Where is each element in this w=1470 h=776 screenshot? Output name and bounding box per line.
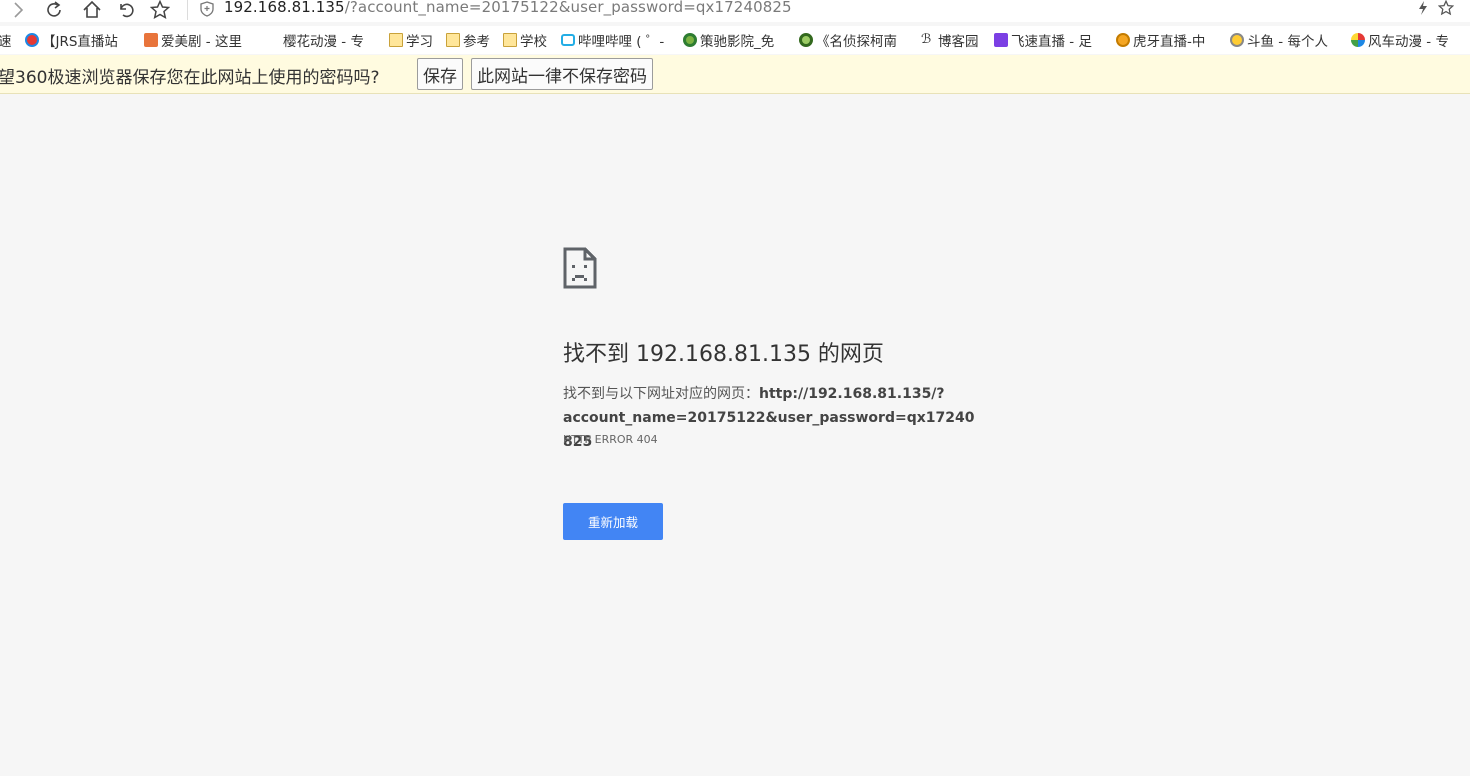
feisu-icon	[994, 33, 1008, 47]
conan-icon	[799, 33, 813, 47]
page-title: 找不到 192.168.81.135 的网页	[563, 342, 884, 367]
bookmark-item[interactable]: 风车动漫 - 专	[1351, 31, 1449, 50]
meiju-icon	[144, 33, 158, 47]
url-path: /?account_name=20175122&user_password=qx…	[344, 0, 792, 16]
bookmark-item[interactable]: 斗鱼 - 每个人	[1230, 31, 1328, 50]
address-separator	[187, 0, 188, 20]
bookmark-item[interactable]: 【JRS直播站	[25, 31, 118, 50]
never-save-password-button[interactable]: 此网站一律不保存密码	[471, 58, 653, 90]
save-password-button[interactable]: 保存	[417, 58, 463, 90]
huya-icon	[1116, 33, 1130, 47]
shield-icon[interactable]	[200, 1, 214, 21]
bookmark-folder[interactable]: 学校	[503, 31, 547, 50]
cechi-icon	[683, 33, 697, 47]
bookmark-item[interactable]: 樱花动漫 - 专	[268, 31, 364, 50]
sakura-icon	[268, 33, 280, 47]
bookmark-item[interactable]: 爱美剧 - 这里	[144, 31, 242, 50]
folder-icon	[503, 33, 517, 47]
reload-button[interactable]: 重新加载	[563, 503, 663, 540]
url-host: 192.168.81.135	[224, 0, 345, 16]
bookmark-item[interactable]: 速	[0, 31, 12, 50]
fengche-icon	[1351, 33, 1365, 47]
error-code: HTTP ERROR 404	[563, 433, 658, 446]
folder-icon	[389, 33, 403, 47]
error-description-prefix: 找不到与以下网址对应的网页：	[563, 386, 759, 402]
undo-icon[interactable]	[114, 0, 138, 20]
folder-icon	[446, 33, 460, 47]
cnblogs-icon: ℬ	[921, 32, 932, 47]
bookmark-star-icon[interactable]	[1437, 0, 1455, 20]
bookmark-item[interactable]: 《名侦探柯南	[799, 31, 897, 50]
bookmark-item[interactable]: 虎牙直播-中	[1116, 31, 1205, 50]
bookmarks-bar: 速 【JRS直播站 爱美剧 - 这里 樱花动漫 - 专 学习 参考 学校 哔哩哔…	[0, 26, 1470, 54]
home-icon[interactable]	[80, 0, 104, 20]
reload-icon[interactable]	[42, 0, 66, 20]
bookmark-item[interactable]: ℬ 博客园	[921, 31, 979, 51]
bilibili-icon	[561, 34, 575, 46]
password-infobar: 望360极速浏览器保存您在此网站上使用的密码吗? 保存 此网站一律不保存密码	[0, 55, 1470, 94]
infobar-message: 望360极速浏览器保存您在此网站上使用的密码吗?	[0, 68, 380, 88]
sad-page-icon	[563, 247, 597, 293]
forward-icon[interactable]	[6, 0, 30, 20]
douyu-icon	[1230, 33, 1244, 47]
bookmark-item[interactable]: 飞速直播 - 足	[994, 31, 1092, 50]
bookmark-folder[interactable]: 学习	[389, 31, 433, 50]
address-bar[interactable]: 192.168.81.135/?account_name=20175122&us…	[224, 0, 792, 16]
browser-toolbar: 192.168.81.135/?account_name=20175122&us…	[0, 0, 1470, 22]
jrs-icon	[25, 33, 39, 47]
bookmark-item[interactable]: 策驰影院_免	[683, 31, 774, 50]
bookmark-folder[interactable]: 参考	[446, 31, 490, 50]
bookmark-item[interactable]: 哔哩哔哩 ( ゜-	[561, 31, 664, 50]
bolt-icon[interactable]	[1417, 0, 1429, 20]
star-icon[interactable]	[148, 0, 172, 20]
